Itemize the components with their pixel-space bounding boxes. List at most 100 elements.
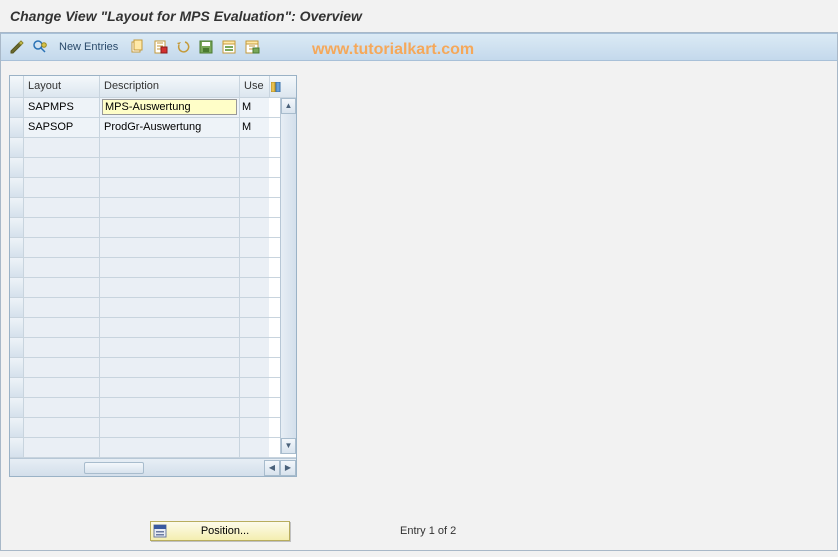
select-all-icon[interactable] <box>219 37 239 57</box>
table-row-empty[interactable] <box>10 158 296 178</box>
table-row-empty[interactable] <box>10 238 296 258</box>
table-row-empty[interactable] <box>10 278 296 298</box>
row-selector[interactable] <box>10 358 24 377</box>
cell-use[interactable] <box>240 338 269 357</box>
cell-use[interactable] <box>240 378 269 397</box>
display-change-toggle-icon[interactable] <box>7 37 27 57</box>
cell-use[interactable] <box>240 418 269 437</box>
cell-layout[interactable] <box>24 238 100 257</box>
cell-use[interactable] <box>240 358 269 377</box>
delete-icon[interactable] <box>150 37 170 57</box>
row-selector[interactable] <box>10 138 24 157</box>
table-row-empty[interactable] <box>10 298 296 318</box>
cell-description[interactable] <box>100 298 240 317</box>
row-selector[interactable] <box>10 178 24 197</box>
row-selector[interactable] <box>10 258 24 277</box>
cell-description[interactable] <box>100 398 240 417</box>
cell-use[interactable]: M <box>240 118 269 137</box>
cell-layout[interactable] <box>24 378 100 397</box>
cell-description[interactable] <box>100 358 240 377</box>
table-row-empty[interactable] <box>10 138 296 158</box>
cell-description[interactable] <box>100 438 240 457</box>
table-row[interactable]: SAPMPSMPS-AuswertungM <box>10 98 296 118</box>
column-header-description[interactable]: Description <box>100 76 240 97</box>
cell-description[interactable] <box>100 278 240 297</box>
hscroll-track[interactable] <box>10 462 264 474</box>
cell-layout[interactable] <box>24 138 100 157</box>
table-row-empty[interactable] <box>10 438 296 458</box>
hscroll-thumb[interactable] <box>84 462 144 474</box>
description-input[interactable]: MPS-Auswertung <box>102 99 237 115</box>
cell-description[interactable] <box>100 258 240 277</box>
cell-layout[interactable] <box>24 318 100 337</box>
cell-layout[interactable] <box>24 398 100 417</box>
position-button[interactable]: Position... <box>150 521 290 541</box>
row-selector[interactable] <box>10 418 24 437</box>
cell-description[interactable] <box>100 418 240 437</box>
cell-use[interactable] <box>240 138 269 157</box>
table-row-empty[interactable] <box>10 358 296 378</box>
table-row-empty[interactable] <box>10 398 296 418</box>
cell-layout[interactable] <box>24 338 100 357</box>
table-row-empty[interactable] <box>10 338 296 358</box>
cell-description[interactable] <box>100 338 240 357</box>
cell-layout[interactable] <box>24 198 100 217</box>
cell-use[interactable] <box>240 238 269 257</box>
save-icon[interactable] <box>196 37 216 57</box>
cell-use[interactable] <box>240 178 269 197</box>
cell-description[interactable] <box>100 218 240 237</box>
cell-description[interactable] <box>100 198 240 217</box>
cell-use[interactable] <box>240 398 269 417</box>
table-row-empty[interactable] <box>10 198 296 218</box>
cell-use[interactable] <box>240 318 269 337</box>
scroll-left-icon[interactable]: ◀ <box>264 460 280 476</box>
cell-description[interactable]: ProdGr-Auswertung <box>100 118 240 137</box>
cell-description[interactable] <box>100 158 240 177</box>
cell-layout[interactable] <box>24 278 100 297</box>
row-selector[interactable] <box>10 198 24 217</box>
cell-use[interactable]: M <box>240 98 269 117</box>
cell-description[interactable]: MPS-Auswertung <box>100 98 240 117</box>
table-row-empty[interactable] <box>10 418 296 438</box>
table-row-empty[interactable] <box>10 218 296 238</box>
cell-layout[interactable] <box>24 218 100 237</box>
scroll-down-icon[interactable]: ▼ <box>281 438 296 454</box>
table-row-empty[interactable] <box>10 178 296 198</box>
cell-description[interactable] <box>100 178 240 197</box>
cell-layout[interactable] <box>24 438 100 457</box>
cell-use[interactable] <box>240 198 269 217</box>
cell-layout[interactable] <box>24 178 100 197</box>
cell-description[interactable] <box>100 138 240 157</box>
row-selector[interactable] <box>10 118 24 137</box>
new-entries-button[interactable]: New Entries <box>53 39 124 55</box>
cell-layout[interactable] <box>24 258 100 277</box>
row-selector[interactable] <box>10 378 24 397</box>
copy-icon[interactable] <box>127 37 147 57</box>
cell-use[interactable] <box>240 218 269 237</box>
column-header-use[interactable]: Use <box>240 76 269 97</box>
table-row-empty[interactable] <box>10 378 296 398</box>
row-selector[interactable] <box>10 398 24 417</box>
vertical-scrollbar[interactable]: ▲ ▼ <box>280 98 296 454</box>
cell-use[interactable] <box>240 258 269 277</box>
column-header-layout[interactable]: Layout <box>24 76 100 97</box>
row-selector[interactable] <box>10 218 24 237</box>
scroll-right-icon[interactable]: ▶ <box>280 460 296 476</box>
table-row-empty[interactable] <box>10 258 296 278</box>
cell-use[interactable] <box>240 278 269 297</box>
cell-layout[interactable] <box>24 298 100 317</box>
row-selector[interactable] <box>10 238 24 257</box>
row-selector-header[interactable] <box>10 76 24 97</box>
cell-layout[interactable] <box>24 418 100 437</box>
row-selector[interactable] <box>10 438 24 457</box>
row-selector[interactable] <box>10 158 24 177</box>
cell-layout[interactable] <box>24 158 100 177</box>
cell-layout[interactable]: SAPSOP <box>24 118 100 137</box>
cell-layout[interactable] <box>24 358 100 377</box>
cell-description[interactable] <box>100 318 240 337</box>
cell-description[interactable] <box>100 238 240 257</box>
cell-use[interactable] <box>240 298 269 317</box>
scroll-up-icon[interactable]: ▲ <box>281 98 296 114</box>
row-selector[interactable] <box>10 318 24 337</box>
row-selector[interactable] <box>10 278 24 297</box>
